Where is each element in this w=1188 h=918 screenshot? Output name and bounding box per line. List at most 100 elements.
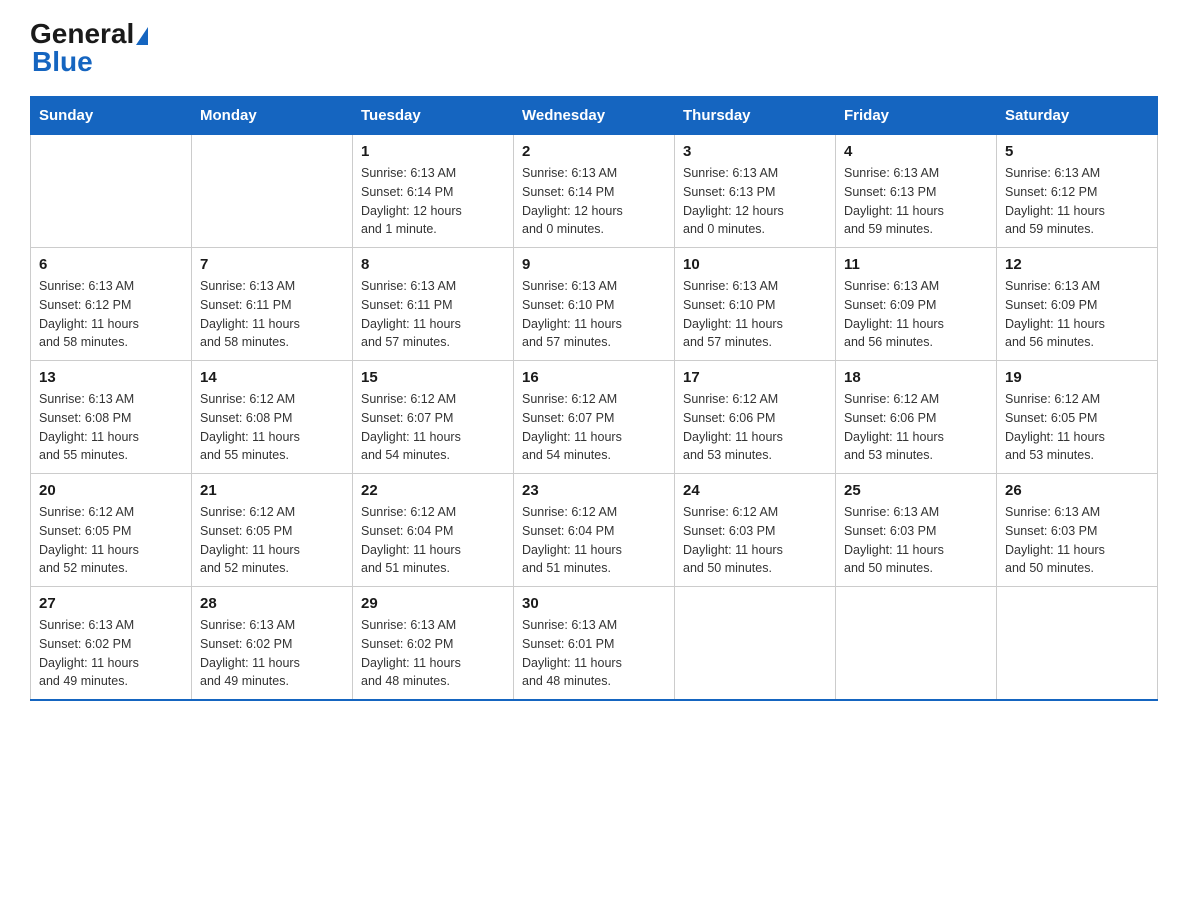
day-number: 6	[39, 256, 183, 273]
day-info: Sunrise: 6:13 AM Sunset: 6:12 PM Dayligh…	[1005, 164, 1149, 239]
day-number: 16	[522, 369, 666, 386]
calendar-cell: 18Sunrise: 6:12 AM Sunset: 6:06 PM Dayli…	[836, 361, 997, 474]
logo: General Blue	[30, 20, 148, 76]
day-info: Sunrise: 6:12 AM Sunset: 6:04 PM Dayligh…	[361, 503, 505, 578]
calendar-cell	[997, 587, 1158, 701]
day-info: Sunrise: 6:13 AM Sunset: 6:10 PM Dayligh…	[683, 277, 827, 352]
day-number: 3	[683, 143, 827, 160]
calendar-cell	[836, 587, 997, 701]
calendar-cell: 22Sunrise: 6:12 AM Sunset: 6:04 PM Dayli…	[353, 474, 514, 587]
calendar-cell: 9 Sunrise: 6:13 AM Sunset: 6:10 PM Daylig…	[514, 248, 675, 361]
day-info: Sunrise: 6:13 AM Sunset: 6:12 PM Dayligh…	[39, 277, 183, 352]
calendar-cell: 7 Sunrise: 6:13 AM Sunset: 6:11 PM Daylig…	[192, 248, 353, 361]
calendar-cell: 20 Sunrise: 6:12 AM Sunset: 6:05 PM Dayli…	[31, 474, 192, 587]
weekday-header-saturday: Saturday	[997, 97, 1158, 135]
calendar-cell: 28Sunrise: 6:13 AM Sunset: 6:02 PM Dayli…	[192, 587, 353, 701]
calendar-week-row: 13 Sunrise: 6:13 AM Sunset: 6:08 PM Dayli…	[31, 361, 1158, 474]
calendar-cell: 1 Sunrise: 6:13 AM Sunset: 6:14 PM Daylig…	[353, 135, 514, 248]
weekday-header-thursday: Thursday	[675, 97, 836, 135]
day-info: Sunrise: 6:12 AM Sunset: 6:04 PM Dayligh…	[522, 503, 666, 578]
weekday-header-row: SundayMondayTuesdayWednesdayThursdayFrid…	[31, 97, 1158, 135]
logo-blue: Blue	[32, 46, 93, 77]
calendar-cell: 17 Sunrise: 6:12 AM Sunset: 6:06 PM Dayli…	[675, 361, 836, 474]
day-info: Sunrise: 6:13 AM Sunset: 6:03 PM Dayligh…	[844, 503, 988, 578]
day-info: Sunrise: 6:13 AM Sunset: 6:14 PM Dayligh…	[361, 164, 505, 239]
calendar-cell: 14 Sunrise: 6:12 AM Sunset: 6:08 PM Dayli…	[192, 361, 353, 474]
calendar-cell: 12Sunrise: 6:13 AM Sunset: 6:09 PM Dayli…	[997, 248, 1158, 361]
calendar-week-row: 6 Sunrise: 6:13 AM Sunset: 6:12 PM Daylig…	[31, 248, 1158, 361]
calendar-cell: 29 Sunrise: 6:13 AM Sunset: 6:02 PM Dayli…	[353, 587, 514, 701]
day-info: Sunrise: 6:12 AM Sunset: 6:08 PM Dayligh…	[200, 390, 344, 465]
day-info: Sunrise: 6:13 AM Sunset: 6:14 PM Dayligh…	[522, 164, 666, 239]
page-header: General Blue	[30, 20, 1158, 76]
calendar-cell: 16Sunrise: 6:12 AM Sunset: 6:07 PM Dayli…	[514, 361, 675, 474]
day-info: Sunrise: 6:12 AM Sunset: 6:05 PM Dayligh…	[200, 503, 344, 578]
day-number: 9	[522, 256, 666, 273]
day-info: Sunrise: 6:12 AM Sunset: 6:05 PM Dayligh…	[1005, 390, 1149, 465]
day-info: Sunrise: 6:13 AM Sunset: 6:02 PM Dayligh…	[39, 616, 183, 691]
logo-arrow-icon	[136, 27, 148, 45]
day-info: Sunrise: 6:13 AM Sunset: 6:08 PM Dayligh…	[39, 390, 183, 465]
weekday-header-tuesday: Tuesday	[353, 97, 514, 135]
day-number: 28	[200, 595, 344, 612]
day-number: 1	[361, 143, 505, 160]
day-info: Sunrise: 6:13 AM Sunset: 6:10 PM Dayligh…	[522, 277, 666, 352]
day-info: Sunrise: 6:12 AM Sunset: 6:06 PM Dayligh…	[683, 390, 827, 465]
day-number: 19	[1005, 369, 1149, 386]
calendar-week-row: 1 Sunrise: 6:13 AM Sunset: 6:14 PM Daylig…	[31, 135, 1158, 248]
calendar-cell: 30 Sunrise: 6:13 AM Sunset: 6:01 PM Dayli…	[514, 587, 675, 701]
day-info: Sunrise: 6:12 AM Sunset: 6:05 PM Dayligh…	[39, 503, 183, 578]
calendar-cell: 4 Sunrise: 6:13 AM Sunset: 6:13 PM Daylig…	[836, 135, 997, 248]
calendar-cell: 10 Sunrise: 6:13 AM Sunset: 6:10 PM Dayli…	[675, 248, 836, 361]
day-info: Sunrise: 6:13 AM Sunset: 6:09 PM Dayligh…	[1005, 277, 1149, 352]
calendar-cell: 21 Sunrise: 6:12 AM Sunset: 6:05 PM Dayli…	[192, 474, 353, 587]
calendar-cell: 27 Sunrise: 6:13 AM Sunset: 6:02 PM Dayli…	[31, 587, 192, 701]
day-number: 20	[39, 482, 183, 499]
calendar-week-row: 27 Sunrise: 6:13 AM Sunset: 6:02 PM Dayli…	[31, 587, 1158, 701]
weekday-header-friday: Friday	[836, 97, 997, 135]
day-number: 8	[361, 256, 505, 273]
day-info: Sunrise: 6:13 AM Sunset: 6:13 PM Dayligh…	[683, 164, 827, 239]
day-number: 21	[200, 482, 344, 499]
day-info: Sunrise: 6:13 AM Sunset: 6:13 PM Dayligh…	[844, 164, 988, 239]
day-number: 30	[522, 595, 666, 612]
calendar-cell: 26Sunrise: 6:13 AM Sunset: 6:03 PM Dayli…	[997, 474, 1158, 587]
day-info: Sunrise: 6:12 AM Sunset: 6:03 PM Dayligh…	[683, 503, 827, 578]
day-number: 23	[522, 482, 666, 499]
day-number: 29	[361, 595, 505, 612]
day-info: Sunrise: 6:13 AM Sunset: 6:11 PM Dayligh…	[200, 277, 344, 352]
calendar-cell: 23 Sunrise: 6:12 AM Sunset: 6:04 PM Dayli…	[514, 474, 675, 587]
day-info: Sunrise: 6:12 AM Sunset: 6:06 PM Dayligh…	[844, 390, 988, 465]
day-number: 14	[200, 369, 344, 386]
calendar-cell: 2Sunrise: 6:13 AM Sunset: 6:14 PM Daylig…	[514, 135, 675, 248]
calendar-cell: 24 Sunrise: 6:12 AM Sunset: 6:03 PM Dayli…	[675, 474, 836, 587]
day-info: Sunrise: 6:13 AM Sunset: 6:03 PM Dayligh…	[1005, 503, 1149, 578]
day-number: 13	[39, 369, 183, 386]
calendar-cell: 6 Sunrise: 6:13 AM Sunset: 6:12 PM Daylig…	[31, 248, 192, 361]
day-number: 24	[683, 482, 827, 499]
day-number: 17	[683, 369, 827, 386]
logo-general: General	[30, 20, 134, 48]
calendar-cell	[192, 135, 353, 248]
day-info: Sunrise: 6:12 AM Sunset: 6:07 PM Dayligh…	[361, 390, 505, 465]
day-info: Sunrise: 6:13 AM Sunset: 6:02 PM Dayligh…	[361, 616, 505, 691]
day-number: 25	[844, 482, 988, 499]
calendar-cell	[675, 587, 836, 701]
calendar-cell: 3 Sunrise: 6:13 AM Sunset: 6:13 PM Daylig…	[675, 135, 836, 248]
weekday-header-wednesday: Wednesday	[514, 97, 675, 135]
day-number: 4	[844, 143, 988, 160]
calendar-cell: 15Sunrise: 6:12 AM Sunset: 6:07 PM Dayli…	[353, 361, 514, 474]
calendar-cell: 11Sunrise: 6:13 AM Sunset: 6:09 PM Dayli…	[836, 248, 997, 361]
calendar-cell: 8Sunrise: 6:13 AM Sunset: 6:11 PM Daylig…	[353, 248, 514, 361]
day-number: 27	[39, 595, 183, 612]
calendar-cell: 13 Sunrise: 6:13 AM Sunset: 6:08 PM Dayli…	[31, 361, 192, 474]
day-number: 5	[1005, 143, 1149, 160]
day-number: 11	[844, 256, 988, 273]
weekday-header-sunday: Sunday	[31, 97, 192, 135]
day-number: 7	[200, 256, 344, 273]
calendar-cell	[31, 135, 192, 248]
calendar-week-row: 20 Sunrise: 6:12 AM Sunset: 6:05 PM Dayli…	[31, 474, 1158, 587]
day-info: Sunrise: 6:13 AM Sunset: 6:01 PM Dayligh…	[522, 616, 666, 691]
day-number: 10	[683, 256, 827, 273]
weekday-header-monday: Monday	[192, 97, 353, 135]
